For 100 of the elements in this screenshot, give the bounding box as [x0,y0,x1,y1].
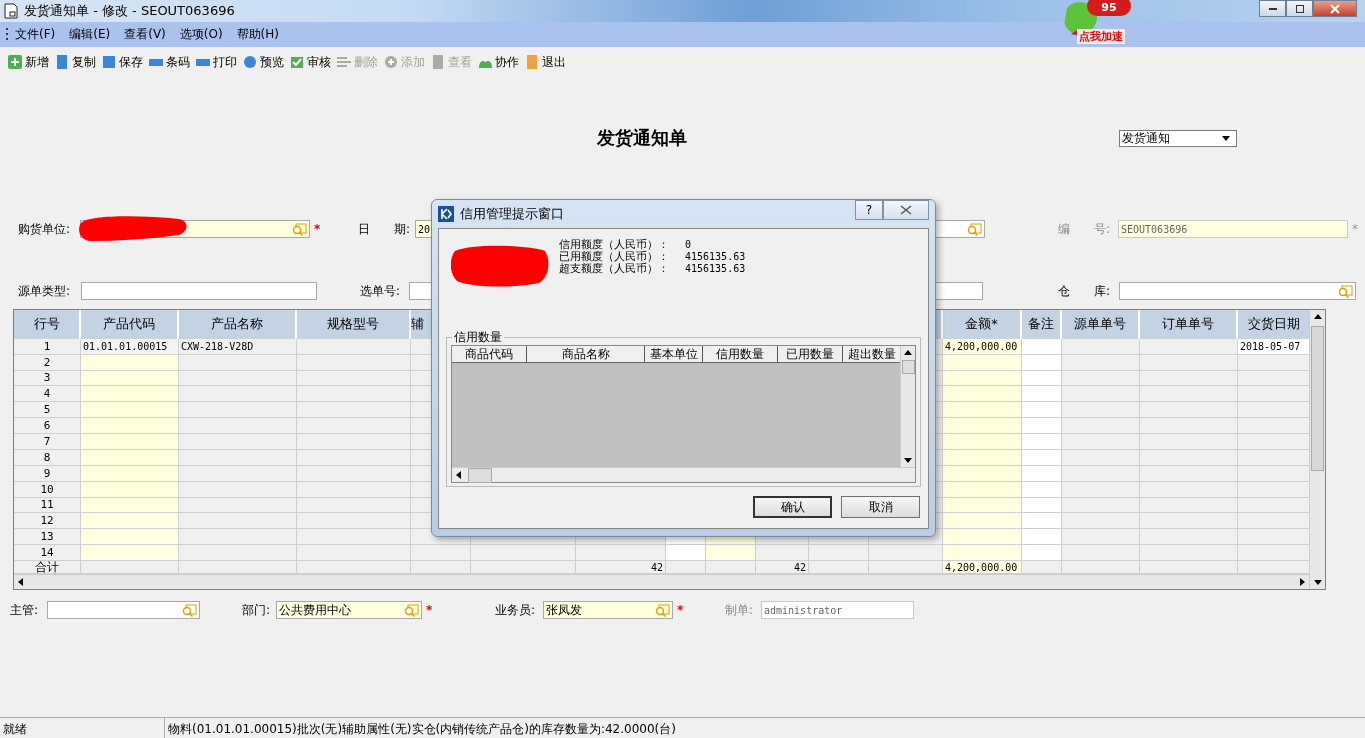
table-cell: 6 [14,418,81,434]
pages-icon [55,55,69,69]
table-cell: 7 [14,434,81,450]
total-cell [1022,561,1062,574]
toolbar-button[interactable]: 条码 [147,52,194,72]
toolbar-button[interactable]: 打印 [194,52,241,72]
menu-item[interactable]: 文件(F) [15,26,56,43]
table-cell [1238,418,1309,434]
field-label: 仓 库: [1058,283,1111,298]
field-label: 选单号: [360,283,401,298]
table-cell [1238,434,1309,450]
toolbar-button[interactable]: 新增 [6,52,53,72]
scroll-thumb[interactable] [901,360,915,374]
right-arrow-icon[interactable] [1297,575,1307,589]
door-icon [525,55,539,69]
search-icon[interactable] [967,222,982,236]
document-icon [4,3,18,19]
circle-icon [243,55,257,69]
required-mark: * [314,222,321,236]
checkmark-icon [290,55,304,69]
column-header[interactable]: 超出数量 [847,346,896,363]
help-button[interactable]: ? [855,200,883,220]
plus-circle-icon [384,55,398,69]
menu-item[interactable]: 帮助(H) [236,26,279,43]
app-logo-icon [438,206,454,222]
table-cell [1238,513,1309,530]
toolbar-button[interactable]: 保存 [100,52,147,72]
table-cell [1022,402,1062,419]
vertical-scrollbar[interactable] [1309,310,1325,589]
dialog-button[interactable]: 取消 [841,496,920,518]
table-cell [1238,402,1309,419]
input-field[interactable] [47,601,200,619]
horizontal-scrollbar[interactable] [452,467,915,482]
search-icon[interactable] [655,603,670,617]
score-badge[interactable]: 95 [1087,0,1131,16]
close-icon [1329,3,1341,14]
menu-item[interactable]: 选项(O) [179,26,223,43]
credit-value: 0 [685,239,692,251]
maximize-button[interactable] [1286,0,1313,17]
table-cell: 14 [14,545,81,561]
field-label: 购货单位: [18,221,71,236]
scroll-thumb[interactable] [468,467,492,483]
page-icon [431,55,445,69]
speed-up-label[interactable]: 点我加速 [1077,29,1125,44]
dialog-button[interactable]: 确认 [753,496,832,518]
grip-icon [6,27,9,42]
left-arrow-icon[interactable] [16,575,26,589]
field-label: 业务员: [495,602,536,617]
column-header[interactable]: 商品名称 [561,346,610,363]
table-cell [1022,545,1062,561]
table-cell: 13 [14,529,81,546]
column-header[interactable]: 基本单位 [649,346,698,363]
close-button[interactable] [883,200,929,220]
table-cell [756,545,809,561]
table-cell: 12 [14,513,81,530]
close-button[interactable] [1313,0,1357,17]
column-header[interactable]: 商品代码 [465,346,513,363]
field-label: 编 号: [1058,221,1111,236]
required-mark: * [677,603,684,617]
input-field[interactable] [81,282,317,300]
table-cell [1022,418,1062,434]
search-icon[interactable] [182,603,197,617]
input-field[interactable]: 张凤发 [543,601,673,619]
credit-value: 4156135.63 [685,263,746,275]
table-cell [1022,386,1062,403]
toolbar-button[interactable]: 协作 [476,52,523,72]
table-cell [666,545,706,561]
column-header[interactable]: 信用数量 [716,346,764,363]
column-header[interactable]: 已用数量 [786,346,834,363]
left-arrow-icon[interactable] [454,468,464,482]
search-icon[interactable] [292,222,307,236]
field-label: 日 期: [358,221,411,236]
menu-item[interactable]: 编辑(E) [69,26,111,43]
total-cell [809,561,869,574]
status-text: 就绪 [0,718,165,738]
search-icon[interactable] [1338,284,1353,298]
table-cell: 4 [14,386,81,403]
input-field[interactable] [1119,282,1356,300]
total-cell: 42 [756,561,809,574]
credit-label: 已用额度（人民币）： [559,251,670,263]
horizontal-scrollbar[interactable] [14,574,1309,589]
type-dropdown[interactable]: 发货通知 [1119,129,1237,147]
table-cell [1022,513,1062,530]
maximize-icon [1294,3,1305,14]
minimize-button[interactable] [1259,0,1286,17]
toolbar-button[interactable]: 审核 [288,52,335,72]
credit-label: 超支额度（人民币）： [559,263,670,275]
toolbar-button[interactable]: 复制 [53,52,100,72]
lines-icon [337,55,351,69]
table-cell [411,545,471,561]
table-cell [1238,386,1309,403]
credit-label: 信用额度（人民币）： [559,239,670,251]
input-field[interactable]: 公共费用中心 [276,601,422,619]
search-icon[interactable] [404,603,419,617]
total-cell: 42 [576,561,666,574]
toolbar-button[interactable]: 预览 [241,52,288,72]
window-title: 发货通知单 - 修改 - SEOUT063696 [24,2,235,20]
menu-item[interactable]: 查看(V) [124,26,166,43]
scroll-thumb[interactable] [1311,326,1324,471]
toolbar-button[interactable]: 退出 [523,52,570,72]
